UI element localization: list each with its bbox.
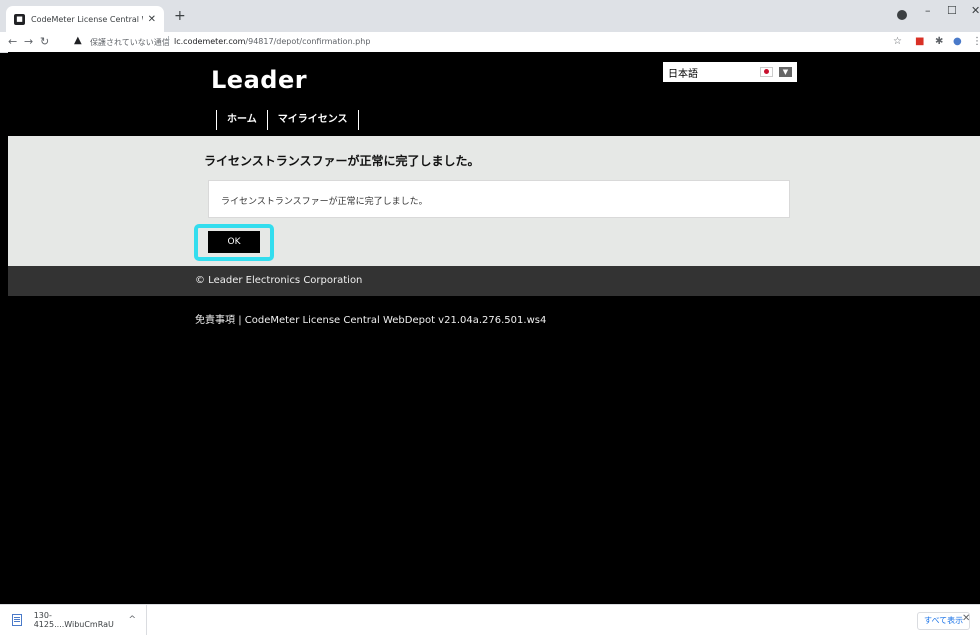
browser-tab-strip: ■ CodeMeter License Central WebD ✕ + – ☐… <box>0 0 980 32</box>
url-host: lc.codemeter.com <box>174 37 246 46</box>
profile-avatar-icon[interactable]: ● <box>953 36 962 47</box>
download-item[interactable]: 130-4125....WibuCmRaU ^ <box>8 605 147 635</box>
browser-toolbar: ← → ↻ ▲ 保護されていない通信 | lc.codemeter.com/94… <box>0 32 980 53</box>
extensions-puzzle-icon[interactable]: ✱ <box>935 36 943 47</box>
menu-icon[interactable]: ⋮ <box>972 36 980 47</box>
site-header: Leader 日本語 ▼ ホーム マイライセンス <box>8 52 980 136</box>
close-window-icon[interactable]: ✕ <box>971 4 980 17</box>
leader-logo[interactable]: Leader <box>211 66 307 94</box>
disclaimer-link[interactable]: 免責事項 <box>195 315 235 326</box>
copyright-text: © Leader Electronics Corporation <box>195 275 363 286</box>
download-bar: 130-4125....WibuCmRaU ^ すべて表示 ✕ <box>0 604 980 635</box>
chevron-up-icon[interactable]: ^ <box>128 615 136 625</box>
reload-icon[interactable]: ↻ <box>40 35 49 48</box>
success-message: ライセンストランスファーが正常に完了しました。 <box>221 197 428 207</box>
close-download-bar-icon[interactable]: ✕ <box>962 613 970 624</box>
security-status[interactable]: 保護されていない通信 <box>90 37 170 48</box>
main-nav: ホーム マイライセンス <box>216 110 359 130</box>
maximize-icon[interactable]: ☐ <box>947 4 957 17</box>
star-icon[interactable]: ☆ <box>893 36 902 47</box>
footer-separator: | <box>238 315 242 326</box>
tab-title: CodeMeter License Central WebD <box>31 14 143 24</box>
url-separator: | <box>167 36 171 46</box>
footer-band: © Leader Electronics Corporation <box>8 266 980 296</box>
ok-button[interactable]: OK <box>208 231 260 253</box>
message-box: ライセンストランスファーが正常に完了しました。 <box>208 180 790 218</box>
version-text: CodeMeter License Central WebDepot v21.0… <box>244 315 547 326</box>
file-icon <box>12 614 22 626</box>
pdf-extension-icon[interactable]: ■ <box>915 36 924 47</box>
address-bar[interactable]: lc.codemeter.com/94817/depot/confirmatio… <box>174 37 370 46</box>
forward-icon[interactable]: → <box>24 35 33 48</box>
page-title: ライセンストランスファーが正常に完了しました。 <box>204 154 480 168</box>
language-label: 日本語 <box>668 68 698 80</box>
warning-icon[interactable]: ▲ <box>74 35 82 46</box>
back-icon[interactable]: ← <box>8 35 17 48</box>
minimize-icon[interactable]: – <box>925 4 931 17</box>
dropdown-arrow-icon[interactable]: ▼ <box>779 67 792 77</box>
download-file-name: 130-4125....WibuCmRaU <box>33 611 114 629</box>
japan-flag-icon <box>760 67 773 77</box>
new-tab-button[interactable]: + <box>174 8 186 24</box>
nav-home[interactable]: ホーム <box>216 110 267 130</box>
language-select[interactable]: 日本語 ▼ <box>663 62 797 82</box>
tab-close-icon[interactable]: ✕ <box>148 14 156 25</box>
nav-my-license[interactable]: マイライセンス <box>266 110 359 130</box>
url-path: /94817/depot/confirmation.php <box>245 37 371 46</box>
browser-tab[interactable]: ■ CodeMeter License Central WebD ✕ <box>6 6 164 32</box>
codemeter-favicon-icon: ■ <box>14 13 25 25</box>
profile-icon[interactable] <box>897 10 907 20</box>
confirmation-section: ライセンストランスファーが正常に完了しました。 ライセンストランスファーが正常に… <box>8 136 980 266</box>
footer-links: 免責事項 | CodeMeter License Central WebDepo… <box>195 311 546 326</box>
page-viewport: Leader 日本語 ▼ ホーム マイライセンス ライセンストランスファーが正常… <box>0 52 980 604</box>
